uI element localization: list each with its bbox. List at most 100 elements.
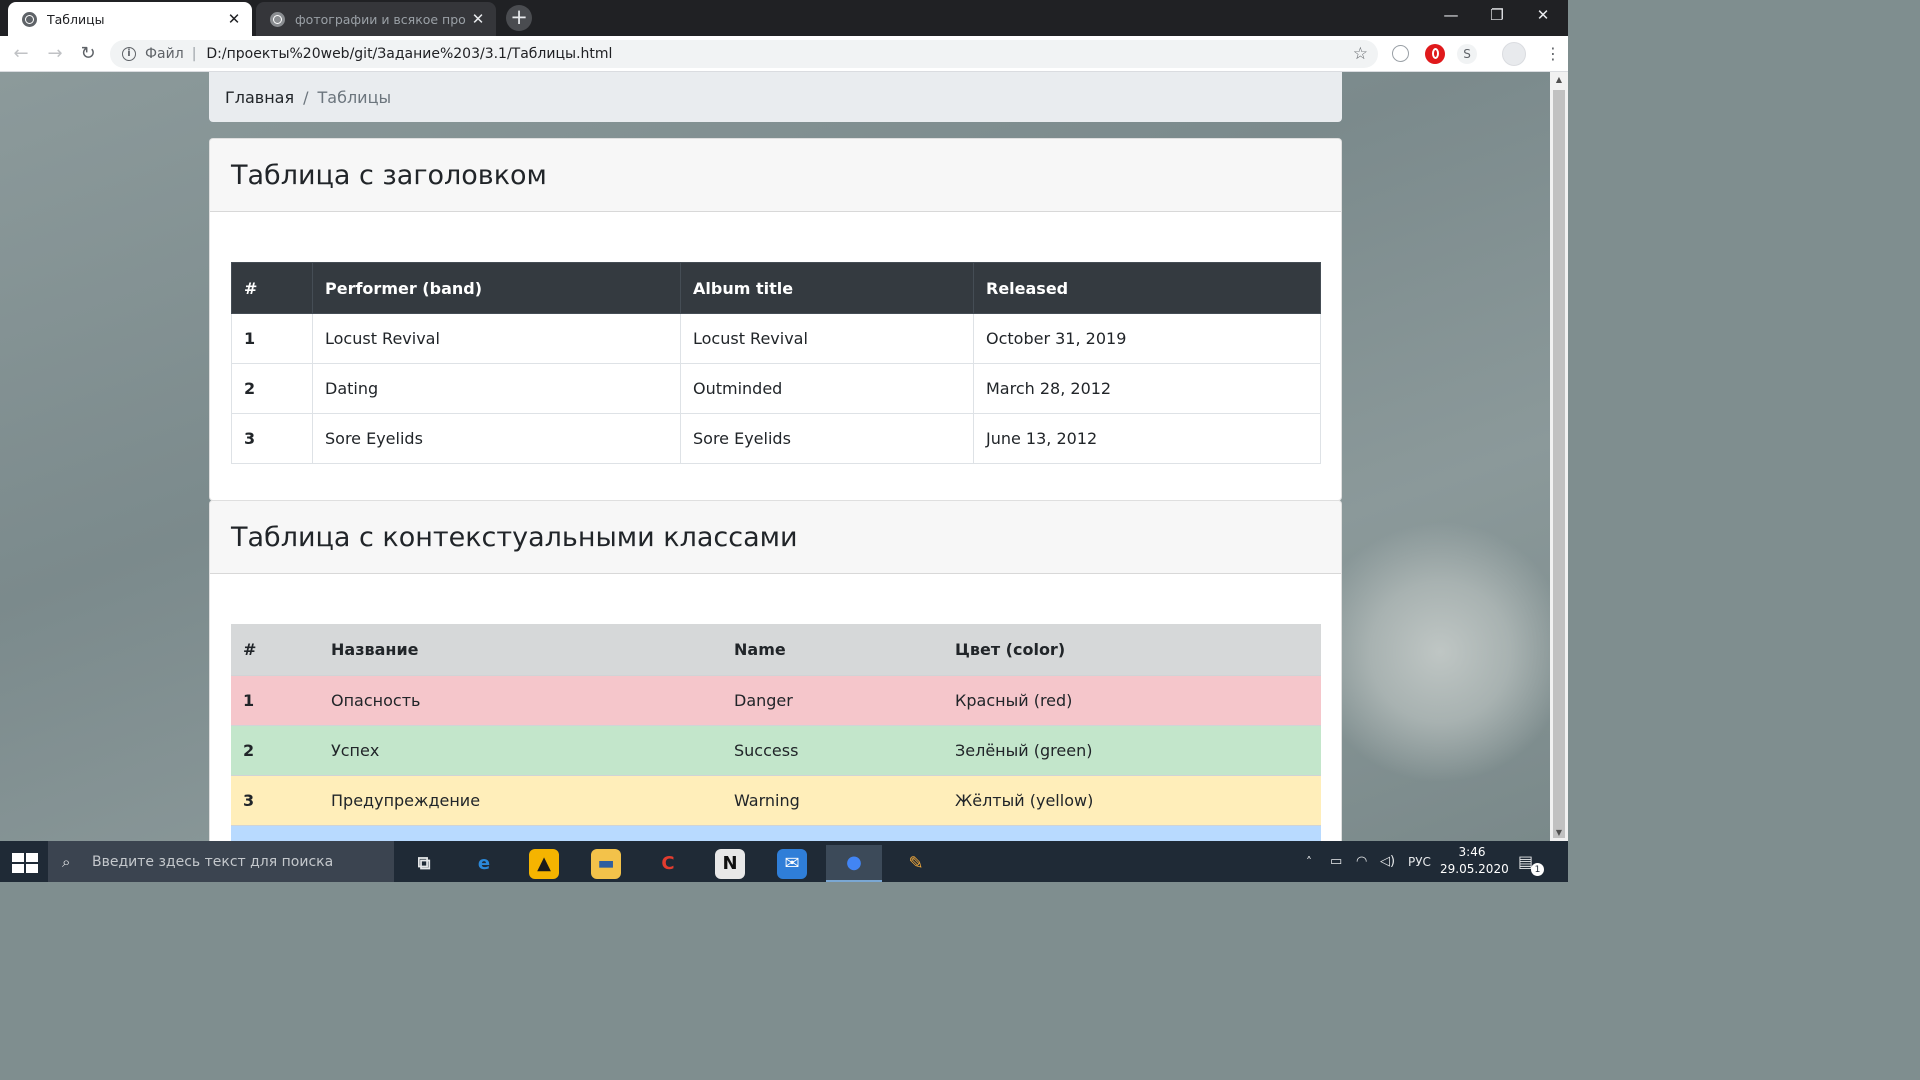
table-cell: Outminded <box>680 363 974 414</box>
address-separator: | <box>191 46 197 62</box>
browser-toolbar: ← → ↻ i Файл | D:/проекты%20web/git/Зада… <box>0 36 1568 72</box>
edge-icon: e <box>477 853 491 874</box>
tab-title: Таблицы <box>47 11 105 27</box>
table-cell <box>319 824 722 841</box>
tab-photos[interactable]: фотографии и всякое про плён ✕ <box>256 2 496 36</box>
windows-start-icon[interactable] <box>12 853 38 873</box>
column-header: Название <box>319 624 722 675</box>
notifications-icon[interactable]: ▤ <box>1518 841 1533 882</box>
table-row-danger: 1 Опасность Danger Красный (red) <box>231 674 1321 725</box>
ccleaner-icon: C <box>661 853 675 874</box>
tab-title: фотографии и всякое про плён <box>295 11 470 27</box>
clock-date: 29.05.2020 <box>1440 862 1509 876</box>
taskbar-app-file-explorer[interactable]: ▬ <box>578 845 634 882</box>
globe-icon[interactable] <box>1392 45 1409 62</box>
taskbar-app-aimp[interactable]: ▲ <box>516 845 572 882</box>
column-header: Album title <box>680 262 974 314</box>
table-cell: October 31, 2019 <box>973 313 1321 364</box>
table-cell: Зелёный (green) <box>943 724 1321 775</box>
globe-favicon-icon <box>270 11 285 27</box>
contextual-classes-table: # Название Name Цвет (color) 1 Опасность… <box>231 624 1321 841</box>
taskbar-app-mail[interactable]: ✉ <box>764 845 820 882</box>
table-cell: Sore Eyelids <box>312 413 681 464</box>
table-cell: Красный (red) <box>943 674 1321 725</box>
tab-tables[interactable]: Таблицы ✕ <box>8 2 252 36</box>
table-cell: 2 <box>231 724 319 775</box>
s-extension-icon[interactable]: S <box>1457 44 1477 64</box>
table-cell: Danger <box>722 674 943 725</box>
table-row-info <box>231 824 1321 841</box>
table-header-row: # Название Name Цвет (color) <box>231 624 1321 675</box>
paint-icon: ✎ <box>908 853 924 874</box>
forward-arrow-icon[interactable]: → <box>42 41 68 67</box>
table-cell <box>722 824 943 841</box>
close-tab-icon[interactable]: ✕ <box>226 11 242 27</box>
table-cell <box>943 824 1321 841</box>
address-scheme: Файл <box>145 46 184 62</box>
table-cell: Locust Revival <box>680 313 974 364</box>
profile-avatar[interactable] <box>1502 42 1526 66</box>
page-viewport: Главная / Таблицы Таблица с заголовком #… <box>0 72 1550 841</box>
scroll-down-arrow-icon[interactable]: ▼ <box>1550 825 1568 841</box>
back-arrow-icon[interactable]: ← <box>8 41 34 67</box>
page-scrollbar[interactable]: ▲ ▼ <box>1550 72 1568 841</box>
close-window-icon[interactable]: ✕ <box>1520 0 1566 30</box>
taskbar-app-chrome[interactable]: ● <box>826 845 882 882</box>
volume-icon[interactable]: ◁) <box>1380 841 1395 882</box>
albums-table: # Performer (band) Album title Released … <box>231 262 1321 464</box>
new-tab-button[interactable]: + <box>506 5 532 31</box>
show-hidden-icons-icon[interactable]: ˄ <box>1306 841 1312 882</box>
notion-icon: N <box>715 848 745 879</box>
breadcrumb-current: Таблицы <box>317 87 392 107</box>
minimize-window-icon[interactable]: — <box>1428 0 1474 30</box>
taskbar-app-ccleaner[interactable]: C <box>640 845 696 882</box>
taskbar-app-paint[interactable]: ✎ <box>888 845 944 882</box>
restore-window-icon[interactable]: ❐ <box>1474 0 1520 30</box>
search-icon: ⌕ <box>62 852 71 871</box>
bookmark-star-icon[interactable]: ☆ <box>1353 44 1368 64</box>
site-info-icon[interactable]: i <box>122 47 136 61</box>
taskbar-search-box[interactable]: ⌕ Введите здесь текст для поиска <box>48 841 394 882</box>
card-title: Таблица с контекстуальными классами <box>210 501 1341 574</box>
table-cell: 3 <box>231 413 313 464</box>
table-header-row: # Performer (band) Album title Released <box>231 262 1321 314</box>
column-header: Цвет (color) <box>943 624 1321 675</box>
breadcrumb-separator: / <box>303 87 309 107</box>
taskbar-clock[interactable]: 3:46 29.05.2020 <box>1440 844 1509 878</box>
column-header: # <box>231 624 319 675</box>
wifi-icon[interactable]: ◠ <box>1356 841 1367 882</box>
taskbar-app-notion[interactable]: N <box>702 845 758 882</box>
taskbar-app-task-view[interactable]: ⧉ <box>396 845 452 882</box>
reload-icon[interactable]: ↻ <box>75 41 101 67</box>
table-cell: Locust Revival <box>312 313 681 364</box>
clock-time: 3:46 <box>1458 845 1486 859</box>
table-cell: Опасность <box>319 674 722 725</box>
table-cell: Success <box>722 724 943 775</box>
taskbar-app-edge[interactable]: e <box>456 845 512 882</box>
notification-count-badge: 1 <box>1531 863 1544 876</box>
breadcrumb-home-link[interactable]: Главная <box>225 88 294 107</box>
table-cell: 1 <box>231 313 313 364</box>
table-cell: June 13, 2012 <box>973 413 1321 464</box>
scroll-up-arrow-icon[interactable]: ▲ <box>1550 72 1568 88</box>
close-tab-icon[interactable]: ✕ <box>470 11 486 27</box>
globe-favicon-icon <box>22 11 37 27</box>
mail-icon: ✉ <box>777 848 807 879</box>
address-bar[interactable]: i Файл | D:/проекты%20web/git/Задание%20… <box>110 40 1378 68</box>
opera-icon[interactable] <box>1425 44 1445 64</box>
table-card-contextual: Таблица с контекстуальными классами # На… <box>209 500 1342 841</box>
browser-menu-icon[interactable]: ⋮ <box>1540 41 1566 67</box>
language-indicator[interactable]: РУС <box>1408 841 1431 882</box>
table-cell: Успех <box>319 724 722 775</box>
table-row: 2 Dating Outminded March 28, 2012 <box>231 363 1321 414</box>
battery-icon[interactable]: ▭ <box>1330 841 1342 882</box>
address-url[interactable]: D:/проекты%20web/git/Задание%203/3.1/Таб… <box>206 46 612 62</box>
card-body: # Название Name Цвет (color) 1 Опасность… <box>210 574 1341 841</box>
browser-tab-strip: Таблицы ✕ фотографии и всякое про плён ✕… <box>0 0 1568 36</box>
scrollbar-thumb[interactable] <box>1553 90 1565 838</box>
table-cell: 3 <box>231 774 319 825</box>
card-title: Таблица с заголовком <box>210 139 1341 212</box>
column-header: Performer (band) <box>312 262 681 314</box>
table-cell: Dating <box>312 363 681 414</box>
table-cell <box>231 824 319 841</box>
